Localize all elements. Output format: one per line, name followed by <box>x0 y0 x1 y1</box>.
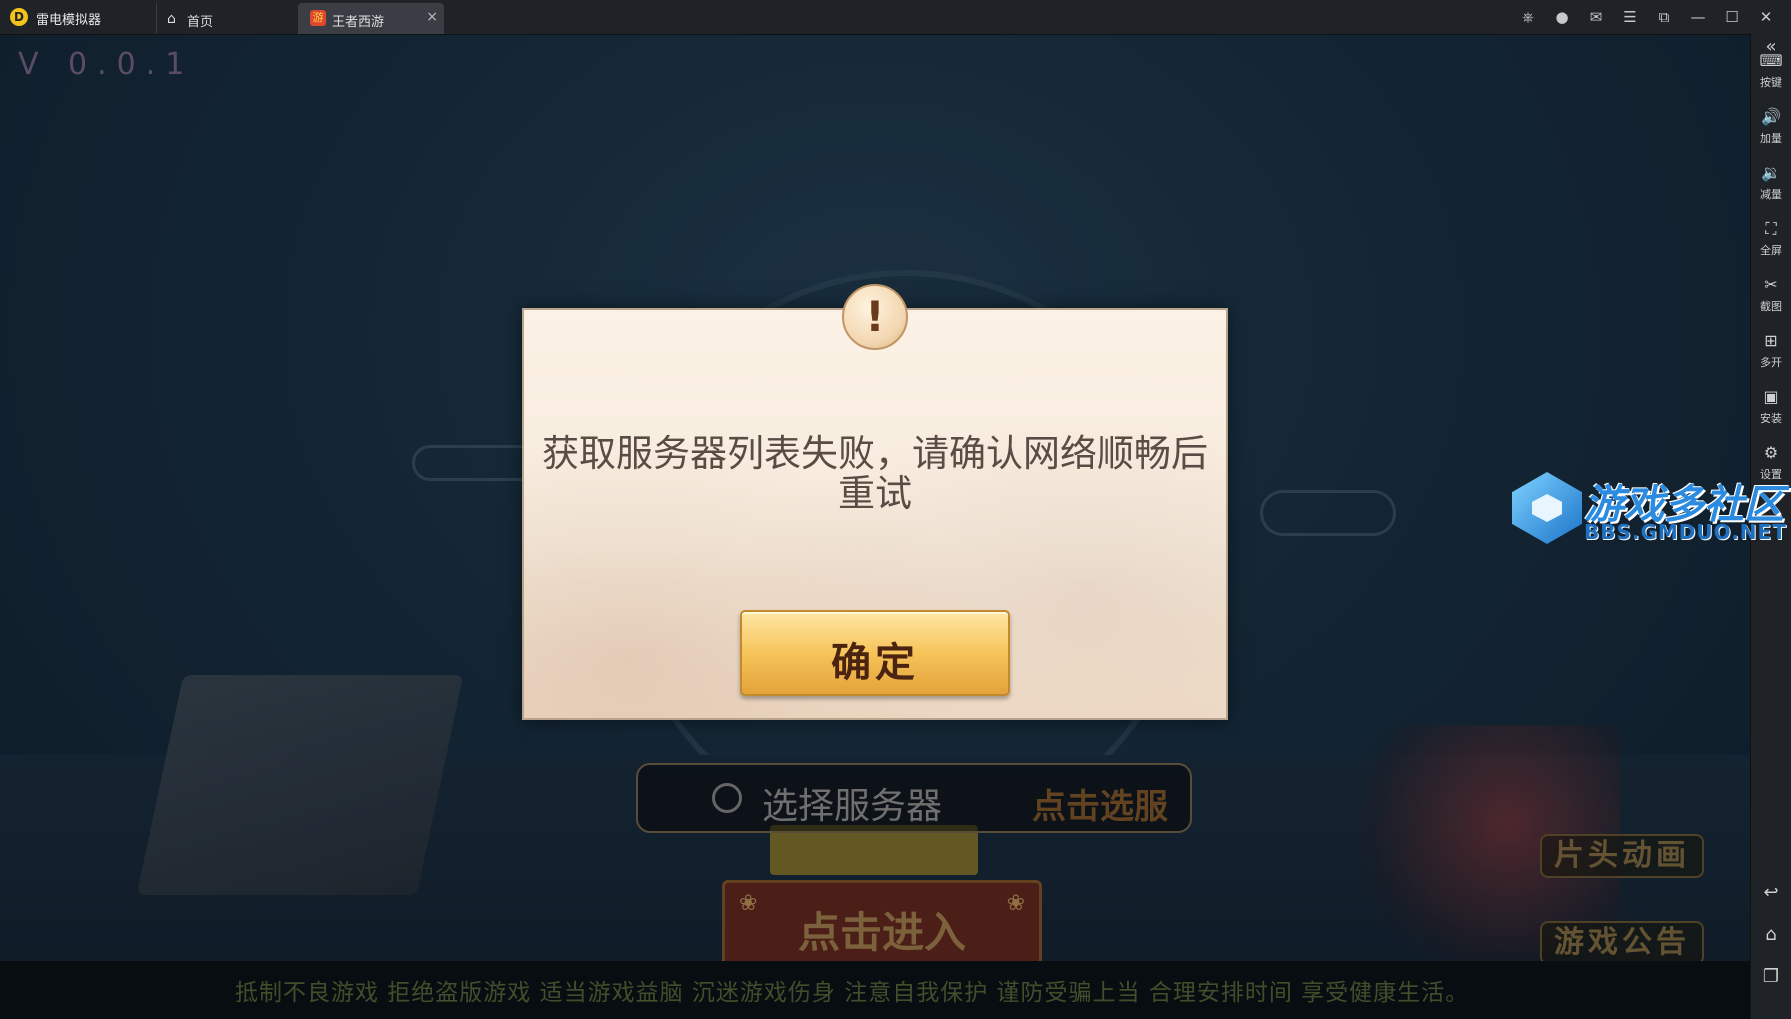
toolbar-keymap[interactable]: ⌨ 按键 <box>1751 52 1791 90</box>
gamepad-icon[interactable]: ⎈ <box>1515 6 1541 28</box>
game-app-icon: 游 <box>310 10 326 26</box>
watermark: 游戏多社区 BBS.GMDUO.NET <box>1512 472 1788 548</box>
toolbar-screenshot[interactable]: ✂ 截图 <box>1751 276 1791 314</box>
watermark-url: BBS.GMDUO.NET <box>1584 520 1787 544</box>
home-icon: ⌂ <box>167 11 176 27</box>
toolbar-screenshot-label: 截图 <box>1760 300 1782 313</box>
toolbar-install-apk-label: 安装 <box>1760 412 1782 425</box>
dialog-message: 获取服务器列表失败，请确认网络顺畅后重试 <box>542 432 1208 515</box>
toolbar-volume-down-label: 减量 <box>1760 188 1782 201</box>
home-nav-icon[interactable]: ⌂ <box>1751 924 1791 945</box>
fullscreen-icon: ⛶ <box>1765 219 1777 238</box>
confirm-button[interactable]: 确定 <box>740 610 1010 696</box>
scissors-icon: ✂ <box>1764 275 1778 294</box>
watermark-logo-inner <box>1532 494 1562 522</box>
confirm-button-label: 确定 <box>831 640 919 686</box>
pip-icon[interactable]: ⧉ <box>1651 6 1677 28</box>
toolbar-volume-down[interactable]: 🔉 减量 <box>1751 164 1791 202</box>
toolbar-install-apk[interactable]: ▣ 安装 <box>1751 388 1791 426</box>
recent-apps-icon[interactable]: ❐ <box>1751 966 1791 987</box>
window-controls: ⎈ ● ✉ ☰ ⧉ — ☐ ✕ <box>1507 6 1779 28</box>
watermark-logo-icon <box>1512 472 1582 544</box>
toolbar-keymap-label: 按键 <box>1760 76 1782 89</box>
toolbar-multi-instance[interactable]: ⊞ 多开 <box>1751 332 1791 370</box>
tab-home[interactable]: ⌂ 首页 <box>156 3 297 34</box>
menu-icon[interactable]: ☰ <box>1617 6 1643 28</box>
keyboard-icon: ⌨ <box>1759 51 1783 70</box>
back-icon[interactable]: ↩ <box>1751 882 1791 903</box>
warning-icon: ! <box>842 284 908 350</box>
mail-icon[interactable]: ✉ <box>1583 6 1609 28</box>
tab-home-label: 首页 <box>187 15 214 30</box>
multi-instance-icon: ⊞ <box>1764 331 1778 350</box>
app-name: 雷电模拟器 <box>36 13 102 28</box>
toolbar-fullscreen[interactable]: ⛶ 全屏 <box>1751 220 1791 258</box>
volume-down-icon: 🔉 <box>1761 163 1781 182</box>
tab-close-icon[interactable]: × <box>426 9 438 25</box>
minimize-icon[interactable]: — <box>1685 6 1711 28</box>
title-bar: D 雷电模拟器 ⌂ 首页 游 王者西游 × ⎈ ● ✉ ☰ ⧉ — ☐ ✕ <box>0 0 1791 35</box>
toolbar-multi-instance-label: 多开 <box>1760 356 1782 369</box>
tab-game-label: 王者西游 <box>332 15 385 30</box>
user-icon[interactable]: ● <box>1549 6 1575 28</box>
toolbar-volume-up[interactable]: 🔊 加量 <box>1751 108 1791 146</box>
toolbar-fullscreen-label: 全屏 <box>1760 244 1782 257</box>
volume-up-icon: 🔊 <box>1761 107 1781 126</box>
app-logo-icon: D <box>10 8 28 26</box>
tab-game[interactable]: 游 王者西游 × <box>298 3 444 34</box>
maximize-icon[interactable]: ☐ <box>1719 6 1745 28</box>
close-icon[interactable]: ✕ <box>1753 6 1779 28</box>
error-dialog: ! 获取服务器列表失败，请确认网络顺畅后重试 确定 <box>522 284 1228 720</box>
settings-icon: ⚙ <box>1763 443 1779 462</box>
apk-install-icon: ▣ <box>1763 387 1779 406</box>
toolbar-volume-up-label: 加量 <box>1760 132 1782 145</box>
